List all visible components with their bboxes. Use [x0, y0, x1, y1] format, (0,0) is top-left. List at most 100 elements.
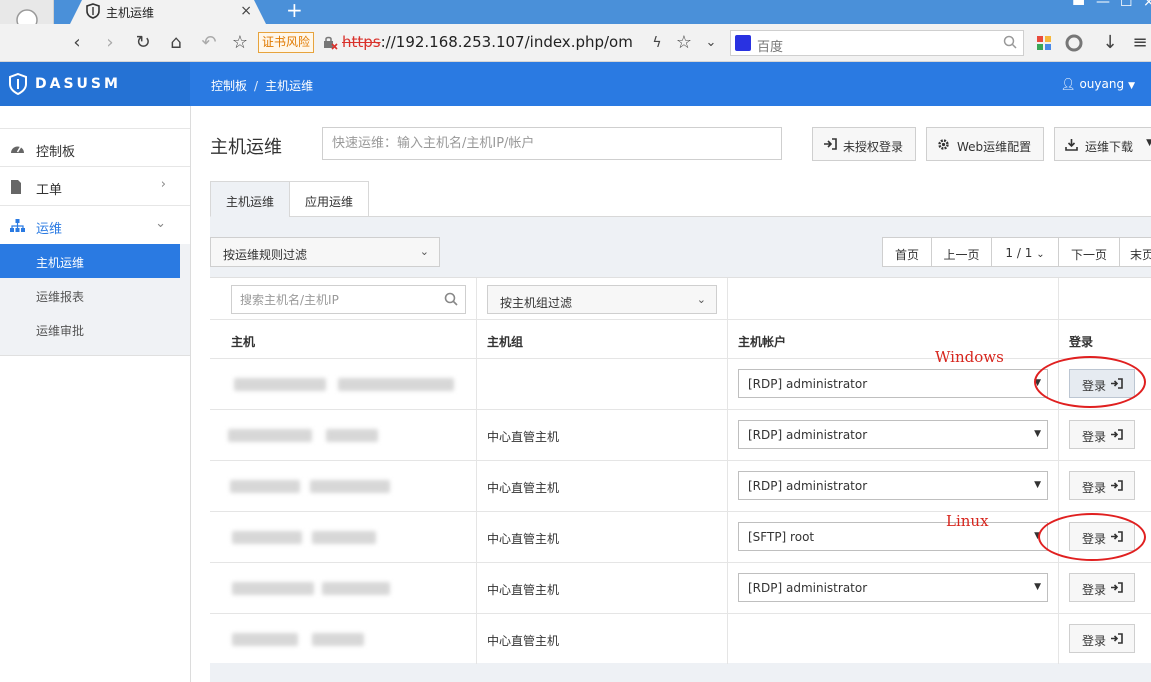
redacted-host-ip [312, 531, 376, 544]
chevron-down-icon: ⌄ [1036, 249, 1045, 260]
browser-toolbar: ‹ › ↻ ⌂ ↶ ☆ 证书风险 https://192.168.253.107… [0, 24, 1151, 62]
extension-icon[interactable] [1063, 32, 1085, 54]
unauthorized-login-button[interactable]: 未授权登录 [812, 127, 916, 161]
pin-icon[interactable]: ▬ [1072, 0, 1085, 10]
sidebar-subitem-ops-report[interactable]: 运维报表 [0, 278, 180, 312]
bookmark-star-icon[interactable]: ☆ [229, 32, 251, 54]
pager-next-button[interactable]: 下一页 [1058, 237, 1120, 267]
breadcrumb-dashboard[interactable]: 控制板 [211, 79, 247, 93]
brand-name: DASUSM [35, 76, 121, 92]
browser-tab-bar: 主机运维 × + ▬ — ☐ × [0, 0, 1151, 24]
sidebar-subitem-label: 主机运维 [36, 256, 85, 270]
screen: 主机运维 × + ▬ — ☐ × ‹ › ↻ ⌂ ↶ ☆ 证书风险 https:… [0, 0, 1151, 682]
forward-icon[interactable]: › [99, 32, 121, 54]
host-group-filter-select[interactable]: 按主机组过滤 ⌄ [487, 285, 717, 314]
sign-in-icon [823, 138, 837, 153]
close-window-icon[interactable]: × [1143, 0, 1151, 10]
button-label: 运维下载 [1085, 140, 1134, 154]
sidebar-item-dashboard[interactable]: 控制板 [0, 128, 190, 167]
apps-grid-icon[interactable] [1033, 32, 1055, 54]
pager-first-button[interactable]: 首页 [882, 237, 932, 267]
insecure-lock-icon [322, 34, 338, 53]
column-header-group: 主机组 [487, 335, 524, 349]
login-button-label: 登录 [1082, 481, 1107, 495]
sidebar-subitem-ops-approval[interactable]: 运维审批 [0, 312, 180, 346]
dropdown-chevron-icon[interactable]: ⌄ [700, 32, 722, 54]
web-ops-config-button[interactable]: Web运维配置 [926, 127, 1044, 161]
pager-page-select[interactable]: 1 / 1 ⌄ [991, 237, 1059, 267]
breadcrumb: 控制板 / 主机运维 [211, 77, 313, 94]
host-account-select[interactable]: [RDP] administrator ▼ [738, 369, 1048, 398]
breadcrumb-current: 主机运维 [265, 79, 314, 93]
tab-label: 主机运维 [225, 195, 274, 209]
annotation-linux: Linux [946, 512, 989, 530]
home-icon[interactable]: ⌂ [165, 32, 187, 54]
browser-tab[interactable]: 主机运维 × [70, 0, 266, 24]
sidebar-subitem-host-ops[interactable]: 主机运维 [0, 244, 180, 278]
redacted-host-name [234, 378, 326, 391]
chevron-down-icon: ⌄ [419, 245, 429, 258]
account-label: [RDP] administrator [748, 428, 868, 442]
host-account-select[interactable]: [RDP] administrator ▼ [738, 420, 1048, 449]
caret-down-icon: ▼ [1034, 480, 1041, 490]
rule-filter-select[interactable]: 按运维规则过滤 ⌄ [210, 237, 440, 267]
menu-icon[interactable]: ≡ [1129, 32, 1151, 54]
user-menu[interactable]: 👤︎ ouyang ▼ [1060, 77, 1135, 91]
minimize-icon[interactable]: — [1096, 0, 1110, 10]
host-search-input[interactable] [231, 285, 466, 314]
chevron-down-icon: ⌄ [155, 216, 166, 231]
sidebar-item-workorder[interactable]: 工单 › [0, 167, 190, 206]
favorite-star-icon[interactable]: ☆ [673, 32, 695, 54]
login-button-label: 登录 [1082, 583, 1107, 597]
close-tab-icon[interactable]: × [240, 3, 252, 19]
host-group-cell: 中心直管主机 [487, 634, 560, 648]
search-icon[interactable] [1003, 35, 1017, 52]
sidebar-item-operations[interactable]: 运维 ⌄ [0, 206, 190, 245]
account-label: [RDP] administrator [748, 377, 868, 391]
sidebar: 控制板 工单 › 运维 ⌄ 主机运维 运维报表 运维审批 [0, 106, 191, 682]
login-button-label: 登录 [1082, 634, 1107, 648]
pager-prev-button[interactable]: 上一页 [931, 237, 992, 267]
login-button[interactable]: 登录 [1069, 624, 1135, 653]
back-icon[interactable]: ‹ [66, 32, 88, 54]
browser-search-box[interactable]: 百度 [730, 30, 1024, 56]
login-button[interactable]: 登录 [1069, 471, 1135, 500]
sign-in-icon [1110, 429, 1123, 443]
tab-label: 应用运维 [304, 195, 353, 209]
chevron-down-icon: ⌄ [696, 293, 706, 306]
maximize-icon[interactable]: ☐ [1120, 0, 1133, 10]
breadcrumb-separator: / [254, 79, 259, 93]
quick-ops-search-input[interactable] [322, 127, 782, 160]
login-button[interactable]: 登录 [1069, 420, 1135, 449]
download-icon[interactable]: ↓ [1099, 32, 1121, 54]
host-account-select[interactable]: [RDP] administrator ▼ [738, 471, 1048, 500]
browser-search-placeholder: 百度 [757, 40, 784, 55]
ops-download-button[interactable]: 运维下载 ▼ [1054, 127, 1151, 161]
search-icon[interactable] [444, 292, 458, 309]
flash-icon[interactable]: ϟ [646, 32, 668, 54]
user-name: ouyang [1079, 77, 1125, 91]
reload-icon[interactable]: ↻ [132, 32, 154, 54]
sign-in-icon [1110, 633, 1123, 647]
host-group-cell: 中心直管主机 [487, 481, 560, 495]
host-account-select[interactable]: [SFTP] root ▼ [738, 522, 1048, 551]
row-divider [210, 562, 1151, 563]
redacted-host-ip [338, 378, 454, 391]
redacted-host-name [232, 531, 302, 544]
tab-host-ops[interactable]: 主机运维 [210, 181, 290, 217]
brand-logo[interactable]: DASUSM [0, 62, 190, 106]
login-button[interactable]: 登录 [1069, 573, 1135, 602]
undo-icon[interactable]: ↶ [198, 32, 220, 54]
certificate-risk-badge[interactable]: 证书风险 [258, 32, 315, 53]
new-tab-button[interactable]: + [286, 0, 303, 22]
caret-down-icon: ▼ [1146, 138, 1151, 148]
download-icon [1065, 138, 1078, 154]
sign-in-icon [1110, 480, 1123, 494]
column-divider [476, 278, 477, 664]
pager-last-button[interactable]: 末页 [1119, 237, 1151, 267]
tab-app-ops[interactable]: 应用运维 [289, 181, 369, 217]
button-label: 未授权登录 [843, 140, 904, 154]
host-table: 按主机组过滤 ⌄ 主机 主机组 主机帐户 登录 [RDP] administra… [210, 277, 1151, 664]
host-account-select[interactable]: [RDP] administrator ▼ [738, 573, 1048, 602]
page-title: 主机运维 [210, 137, 282, 158]
